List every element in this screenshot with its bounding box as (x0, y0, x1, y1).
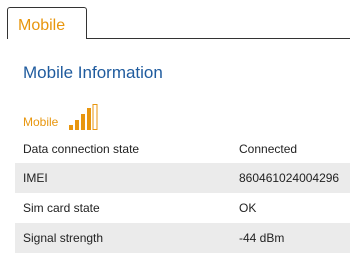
tab-baseline (86, 38, 350, 39)
row-key: Sim card state (23, 201, 100, 215)
tab-mobile-label: Mobile (18, 17, 66, 34)
row-key: Signal strength (23, 231, 104, 245)
signal-bar-2 (75, 120, 80, 130)
tab-mobile[interactable]: Mobile (7, 7, 87, 39)
row-value: -44 dBm (239, 231, 285, 245)
row-key: IMEI (23, 171, 48, 185)
table-row: IMEI 860461024004296 (15, 163, 350, 193)
table-row: Signal strength -44 dBm (15, 223, 350, 253)
mobile-section-header: Mobile (23, 104, 98, 130)
page-title: Mobile Information (23, 63, 163, 82)
row-value: OK (239, 201, 257, 215)
signal-bar-1 (69, 125, 74, 130)
mobile-panel: Mobile Mobile Information Mobile Data co… (0, 0, 350, 256)
mobile-info-table: Data connection state Connected IMEI 860… (15, 135, 350, 253)
mobile-section-label: Mobile (23, 115, 59, 129)
signal-bar-5 (92, 104, 98, 130)
row-value: 860461024004296 (239, 171, 340, 185)
signal-bar-3 (81, 114, 86, 130)
table-row: Data connection state Connected (15, 135, 350, 163)
signal-bars-icon (69, 104, 98, 130)
row-key: Data connection state (23, 142, 140, 156)
table-row: Sim card state OK (15, 193, 350, 223)
signal-bar-4 (87, 108, 92, 130)
row-value: Connected (239, 142, 298, 156)
